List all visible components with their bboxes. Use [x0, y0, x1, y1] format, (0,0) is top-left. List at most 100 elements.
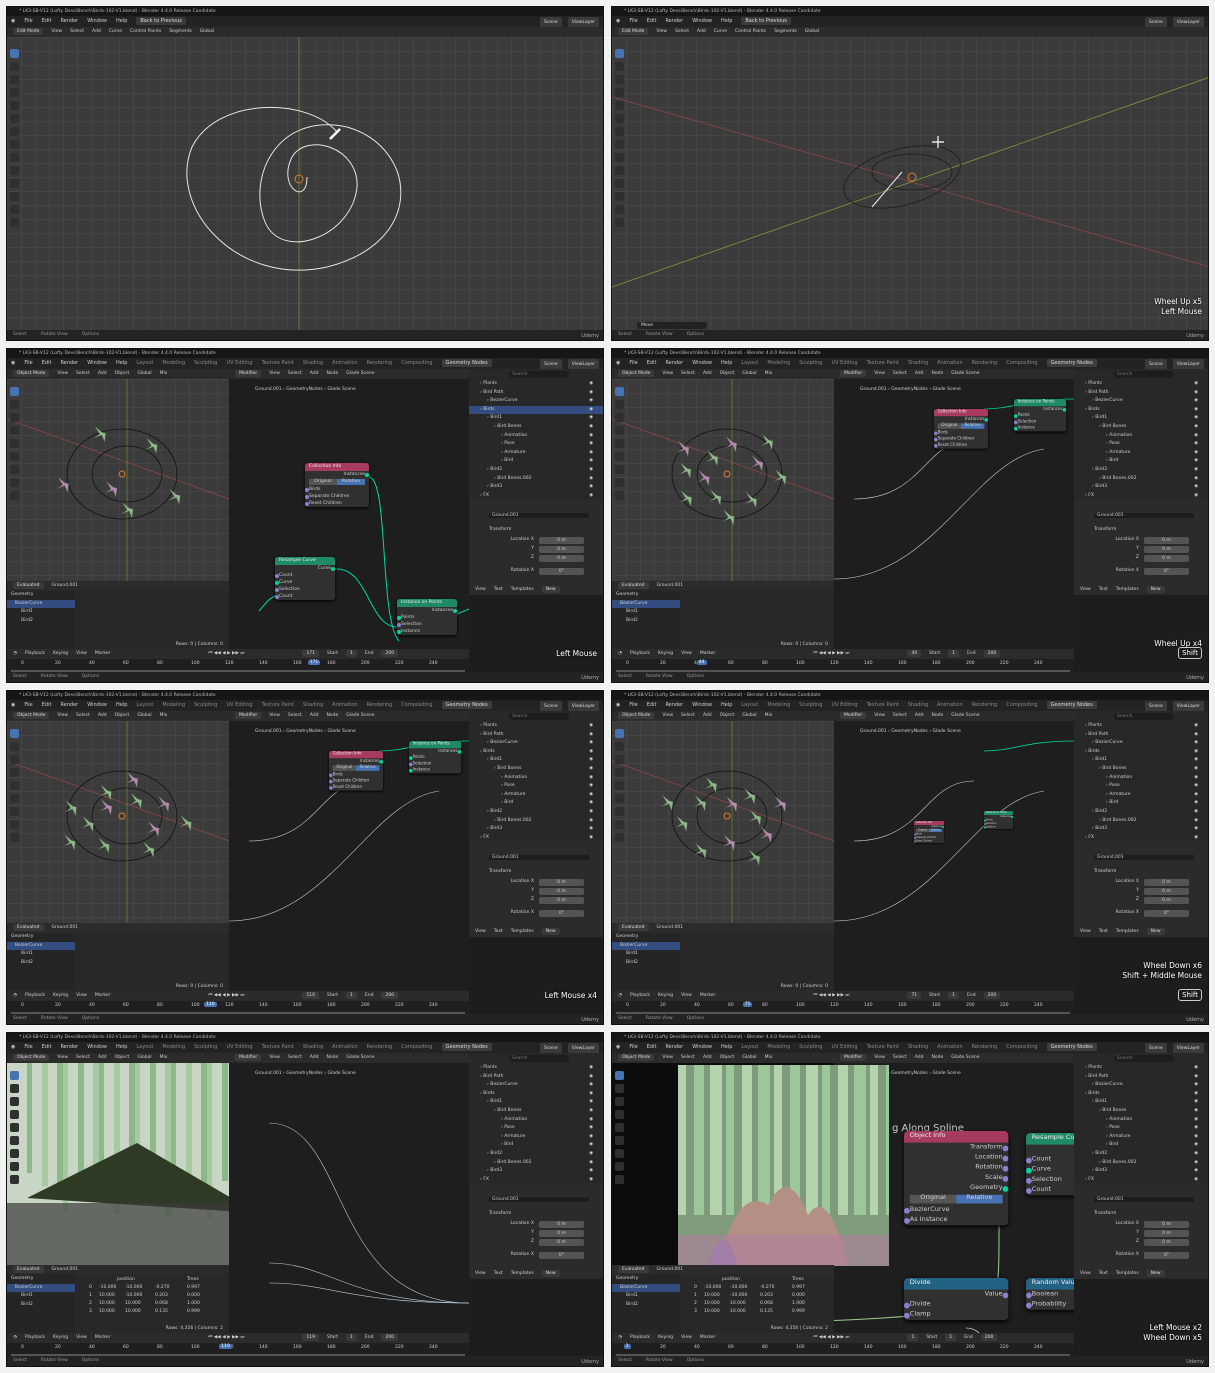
properties-editor[interactable]: Ground.001 Transform Location X 0 m Y 0 m Z 0 m…: [469, 499, 603, 585]
property-value-field[interactable]: 0°: [539, 910, 584, 917]
menu-file[interactable]: File: [24, 18, 32, 24]
tool-button[interactable]: [10, 1110, 19, 1119]
outliner-item[interactable]: › Bird2 ◉: [469, 466, 603, 475]
tool-button[interactable]: [615, 192, 624, 201]
tab-rendering[interactable]: Rendering: [972, 702, 998, 708]
tool-button[interactable]: [10, 1123, 19, 1132]
outliner-item[interactable]: › BezierCurve ◉: [469, 397, 603, 406]
header-view[interactable]: View: [57, 713, 68, 718]
header-view[interactable]: View: [57, 371, 68, 376]
header-select[interactable]: Select: [76, 371, 90, 376]
menu-window[interactable]: Window: [692, 360, 712, 366]
header-mix[interactable]: Mix: [160, 713, 168, 718]
node-header-view[interactable]: View: [269, 371, 280, 376]
tool-button[interactable]: [10, 75, 19, 84]
tool-button[interactable]: [10, 781, 19, 790]
visibility-eye-icon[interactable]: ◉: [1194, 380, 1198, 389]
timeline-menu-marker[interactable]: Marker: [95, 993, 111, 998]
playback-controls[interactable]: ⏮ ◀◀ ◀ ▶ ▶▶ ⏭: [813, 993, 849, 998]
original-option[interactable]: Original: [332, 765, 356, 771]
header-mix[interactable]: Mix: [765, 713, 773, 718]
outliner-item[interactable]: › Birds ◉: [469, 748, 603, 757]
outliner-item[interactable]: › Bird ◉: [469, 799, 603, 808]
tab-shading[interactable]: Shading: [908, 702, 928, 708]
visibility-eye-icon[interactable]: ◉: [589, 1141, 593, 1150]
property-value-field[interactable]: 0 m: [539, 879, 584, 886]
menu-window[interactable]: Window: [87, 1044, 107, 1050]
header-global[interactable]: Global: [742, 371, 756, 376]
socket-dot[interactable]: [305, 487, 309, 492]
text-editor-new[interactable]: New: [541, 586, 560, 593]
visibility-eye-icon[interactable]: ◉: [1194, 440, 1198, 449]
outliner-item[interactable]: › FX ◉: [469, 834, 603, 841]
current-frame-field[interactable]: 119: [302, 1334, 320, 1341]
transform-panel-header[interactable]: Transform: [1094, 869, 1116, 874]
tab-texture-paint[interactable]: Texture Paint: [867, 702, 899, 708]
header-object-mode[interactable]: Object Mode: [13, 370, 50, 377]
header-add[interactable]: Add: [98, 713, 107, 718]
properties-editor[interactable]: Ground.001 Transform Location X 0 m Y 0 m Z 0 m…: [1074, 841, 1208, 927]
text-editor-text[interactable]: Text: [1099, 587, 1108, 592]
visibility-eye-icon[interactable]: ◉: [589, 406, 593, 415]
outliner-item[interactable]: › Armature ◉: [469, 449, 603, 458]
visibility-eye-icon[interactable]: ◉: [1194, 1176, 1198, 1183]
outliner-item[interactable]: › Bird1 ◉: [1074, 756, 1208, 765]
spreadsheet-tree-item[interactable]: Bird2: [612, 617, 680, 626]
tab-layout[interactable]: Layout: [741, 360, 758, 366]
visibility-eye-icon[interactable]: ◉: [589, 1176, 593, 1183]
tool-button[interactable]: [10, 439, 19, 448]
header-mix[interactable]: Mix: [160, 1055, 168, 1060]
menu-help[interactable]: Help: [116, 18, 127, 24]
socket-dot[interactable]: [409, 768, 413, 773]
visibility-eye-icon[interactable]: ◉: [589, 834, 593, 841]
menu-help[interactable]: Help: [721, 1044, 732, 1050]
header-view[interactable]: View: [51, 29, 62, 34]
socket-dot[interactable]: [1026, 1156, 1032, 1163]
tool-button[interactable]: [615, 1071, 624, 1080]
header-object[interactable]: Object: [720, 713, 735, 718]
outliner-item[interactable]: › Plants ◉: [1074, 380, 1208, 389]
property-value-field[interactable]: 0 m: [539, 1230, 584, 1237]
start-field[interactable]: 1: [346, 992, 357, 999]
timeline-menu-view[interactable]: View: [681, 1335, 692, 1340]
outliner-item[interactable]: › Bird2 ◉: [1074, 808, 1208, 817]
tab-shading[interactable]: Shading: [908, 360, 928, 366]
text-editor-templates[interactable]: Templates: [511, 1271, 534, 1276]
socket-dot[interactable]: [331, 566, 335, 571]
header-add[interactable]: Add: [703, 1055, 712, 1060]
tab-animation[interactable]: Animation: [937, 360, 963, 366]
tool-button[interactable]: [10, 400, 19, 409]
header-segments[interactable]: Segments: [774, 29, 797, 34]
node-collection-info[interactable]: Collection Info Instances Original Relative…: [329, 751, 383, 791]
visibility-eye-icon[interactable]: ◉: [589, 817, 593, 826]
tool-button[interactable]: [10, 1149, 19, 1158]
visibility-eye-icon[interactable]: ◉: [589, 414, 593, 423]
outliner-item[interactable]: › Plants ◉: [469, 380, 603, 389]
socket-dot[interactable]: [984, 822, 986, 825]
header-add[interactable]: Add: [703, 371, 712, 376]
outliner-item[interactable]: › Bird ◉: [1074, 799, 1208, 808]
visibility-eye-icon[interactable]: ◉: [1194, 774, 1198, 783]
tool-button[interactable]: [10, 820, 19, 829]
visibility-eye-icon[interactable]: ◉: [589, 722, 593, 731]
evaluated-dropdown[interactable]: Evaluated: [13, 924, 44, 931]
outliner-search[interactable]: Search: [509, 371, 569, 378]
header-mix[interactable]: Mix: [765, 371, 773, 376]
menu-render[interactable]: Render: [665, 18, 683, 24]
socket-dot[interactable]: [329, 779, 333, 783]
evaluated-dropdown[interactable]: Evaluated: [13, 582, 44, 589]
tool-button[interactable]: [615, 729, 624, 738]
outliner-item[interactable]: › Armature ◉: [1074, 791, 1208, 800]
timeline[interactable]: ◔ Playback Keying View Marker ⏮ ◀◀ ◀ ▶ ▶▶ ⏭ 44…: [612, 649, 1074, 674]
property-value-field[interactable]: 0 m: [539, 1221, 584, 1228]
tab-animation[interactable]: Animation: [332, 1044, 358, 1050]
outliner-item[interactable]: › FX ◉: [1074, 492, 1208, 499]
socket-dot[interactable]: [275, 594, 279, 599]
menu-render[interactable]: Render: [60, 1044, 78, 1050]
menu-file[interactable]: File: [24, 1044, 32, 1050]
visibility-eye-icon[interactable]: ◉: [589, 799, 593, 808]
outliner[interactable]: Search › Plants ◉ › Bird Path ◉ › BezierCurve…: [1074, 369, 1208, 499]
tab-animation[interactable]: Animation: [937, 1044, 963, 1050]
outliner-item[interactable]: › Bird ◉: [469, 457, 603, 466]
socket-dot[interactable]: [904, 1207, 910, 1213]
